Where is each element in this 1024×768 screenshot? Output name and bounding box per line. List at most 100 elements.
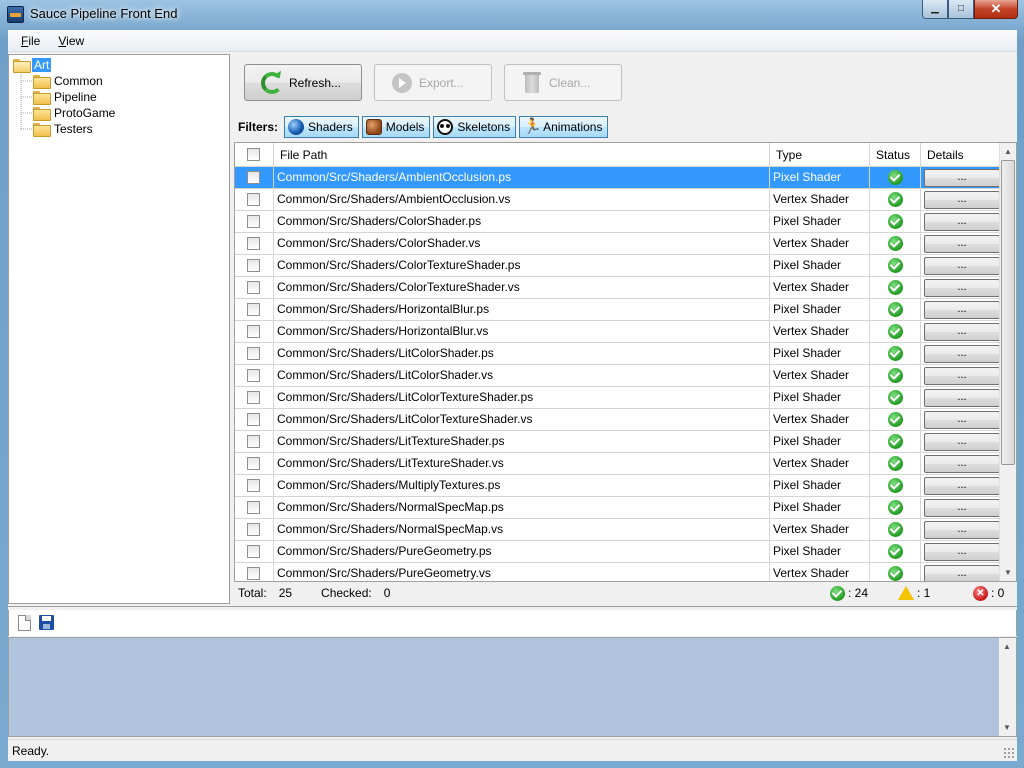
row-checkbox[interactable] [247, 237, 260, 250]
header-details[interactable]: Details [921, 143, 1001, 167]
row-checkbox[interactable] [247, 259, 260, 272]
table-row[interactable]: Common/Src/Shaders/HorizontalBlur.ps Pixe… [235, 299, 1001, 321]
row-checkbox[interactable] [247, 523, 260, 536]
details-button[interactable]: ... [924, 565, 1000, 581]
row-checkbox[interactable] [247, 457, 260, 470]
log-scrollbar[interactable]: ▲ ▼ [999, 638, 1016, 736]
export-button[interactable]: Export... [374, 64, 492, 101]
row-checkbox-cell [235, 453, 274, 474]
folder-tree[interactable]: Art Common Pipeline ProtoGame Testers [8, 54, 230, 604]
scroll-up-arrow[interactable]: ▲ [1000, 143, 1016, 160]
select-all-checkbox[interactable] [247, 148, 260, 161]
table-row[interactable]: Common/Src/Shaders/MultiplyTextures.ps Pi… [235, 475, 1001, 497]
scroll-down-arrow[interactable]: ▼ [999, 719, 1015, 736]
details-button[interactable]: ... [924, 235, 1000, 253]
table-row[interactable]: Common/Src/Shaders/LitTextureShader.ps Pi… [235, 431, 1001, 453]
table-row[interactable]: Common/Src/Shaders/LitColorShader.ps Pixe… [235, 343, 1001, 365]
details-button[interactable]: ... [924, 301, 1000, 319]
table-row[interactable]: Common/Src/Shaders/LitColorShader.vs Vert… [235, 365, 1001, 387]
details-button[interactable]: ... [924, 367, 1000, 385]
row-checkbox[interactable] [247, 413, 260, 426]
header-file-path[interactable]: File Path [274, 143, 770, 167]
row-checkbox[interactable] [247, 193, 260, 206]
filter-models-toggle[interactable]: Models [361, 116, 431, 138]
filter-animations-toggle[interactable]: 🏃 Animations [519, 116, 609, 138]
row-checkbox[interactable] [247, 567, 260, 580]
table-row[interactable]: Common/Src/Shaders/NormalSpecMap.vs Verte… [235, 519, 1001, 541]
scroll-up-arrow[interactable]: ▲ [999, 638, 1015, 655]
header-select-all[interactable] [235, 143, 274, 167]
table-row[interactable]: Common/Src/Shaders/NormalSpecMap.ps Pixel… [235, 497, 1001, 519]
header-status[interactable]: Status [870, 143, 921, 167]
table-row[interactable]: Common/Src/Shaders/ColorShader.vs Vertex … [235, 233, 1001, 255]
menu-file[interactable]: File [12, 32, 49, 50]
details-button[interactable]: ... [924, 213, 1000, 231]
row-checkbox[interactable] [247, 369, 260, 382]
details-button[interactable]: ... [924, 477, 1000, 495]
row-checkbox[interactable] [247, 479, 260, 492]
scroll-down-arrow[interactable]: ▼ [1000, 564, 1016, 581]
row-checkbox[interactable] [247, 171, 260, 184]
table-row[interactable]: Common/Src/Shaders/ColorShader.ps Pixel S… [235, 211, 1001, 233]
details-button[interactable]: ... [924, 279, 1000, 297]
close-button[interactable]: ✕ [974, 0, 1018, 19]
row-checkbox[interactable] [247, 281, 260, 294]
row-checkbox[interactable] [247, 501, 260, 514]
table-row[interactable]: Common/Src/Shaders/LitTextureShader.vs Ve… [235, 453, 1001, 475]
details-button[interactable]: ... [924, 389, 1000, 407]
log-output[interactable]: ▲ ▼ [8, 637, 1017, 737]
row-checkbox[interactable] [247, 435, 260, 448]
minimize-button[interactable]: ▁ [922, 0, 948, 19]
row-checkbox-cell [235, 409, 274, 430]
details-button[interactable]: ... [924, 499, 1000, 517]
tree-node-common[interactable]: Common [33, 73, 105, 89]
scroll-thumb[interactable] [1001, 160, 1015, 465]
details-button[interactable]: ... [924, 323, 1000, 341]
details-button[interactable]: ... [924, 543, 1000, 561]
table-row[interactable]: Common/Src/Shaders/ColorTextureShader.vs… [235, 277, 1001, 299]
table-row[interactable]: Common/Src/Shaders/AmbientOcclusion.vs Ve… [235, 189, 1001, 211]
refresh-button[interactable]: Refresh... [244, 64, 362, 101]
details-button[interactable]: ... [924, 191, 1000, 209]
table-row[interactable]: Common/Src/Shaders/LitColorTextureShader… [235, 387, 1001, 409]
table-row[interactable]: Common/Src/Shaders/PureGeometry.vs Vertex… [235, 563, 1001, 581]
save-disk-icon[interactable] [39, 615, 54, 630]
table-row[interactable]: Common/Src/Shaders/HorizontalBlur.vs Vert… [235, 321, 1001, 343]
row-checkbox-cell [235, 211, 274, 232]
new-document-icon[interactable] [18, 615, 31, 631]
row-checkbox[interactable] [247, 545, 260, 558]
filter-shaders-toggle[interactable]: Shaders [284, 116, 359, 138]
details-button[interactable]: ... [924, 345, 1000, 363]
tree-node-protogame[interactable]: ProtoGame [33, 105, 117, 121]
row-checkbox[interactable] [247, 303, 260, 316]
menu-view[interactable]: View [49, 32, 93, 50]
details-button[interactable]: ... [924, 257, 1000, 275]
client-area: File View Art Common Pipeline ProtoGame … [8, 30, 1017, 761]
maximize-button[interactable]: □ [948, 0, 974, 19]
details-button[interactable]: ... [924, 169, 1000, 187]
tree-node-pipeline[interactable]: Pipeline [33, 89, 99, 105]
resize-grip-icon[interactable] [1003, 747, 1015, 759]
details-cell: ... [921, 343, 1001, 364]
details-button[interactable]: ... [924, 433, 1000, 451]
grid-scrollbar[interactable]: ▲ ▼ [999, 143, 1016, 581]
details-button[interactable]: ... [924, 521, 1000, 539]
row-checkbox[interactable] [247, 325, 260, 338]
title-bar[interactable]: Sauce Pipeline Front End ▁ □ ✕ [0, 0, 1024, 30]
row-checkbox[interactable] [247, 347, 260, 360]
table-row[interactable]: Common/Src/Shaders/AmbientOcclusion.ps Pi… [235, 167, 1001, 189]
tree-node-testers[interactable]: Testers [33, 121, 95, 137]
row-checkbox[interactable] [247, 215, 260, 228]
tree-node-art[interactable]: Art [13, 57, 52, 73]
header-type[interactable]: Type [770, 143, 870, 167]
app-icon[interactable] [7, 6, 24, 23]
table-row[interactable]: Common/Src/Shaders/PureGeometry.ps Pixel … [235, 541, 1001, 563]
clean-button[interactable]: Clean... [504, 64, 622, 101]
filter-skeletons-toggle[interactable]: Skeletons [433, 116, 517, 138]
table-row[interactable]: Common/Src/Shaders/ColorTextureShader.ps… [235, 255, 1001, 277]
details-cell: ... [921, 365, 1001, 386]
row-checkbox[interactable] [247, 391, 260, 404]
details-button[interactable]: ... [924, 411, 1000, 429]
table-row[interactable]: Common/Src/Shaders/LitColorTextureShader… [235, 409, 1001, 431]
details-button[interactable]: ... [924, 455, 1000, 473]
